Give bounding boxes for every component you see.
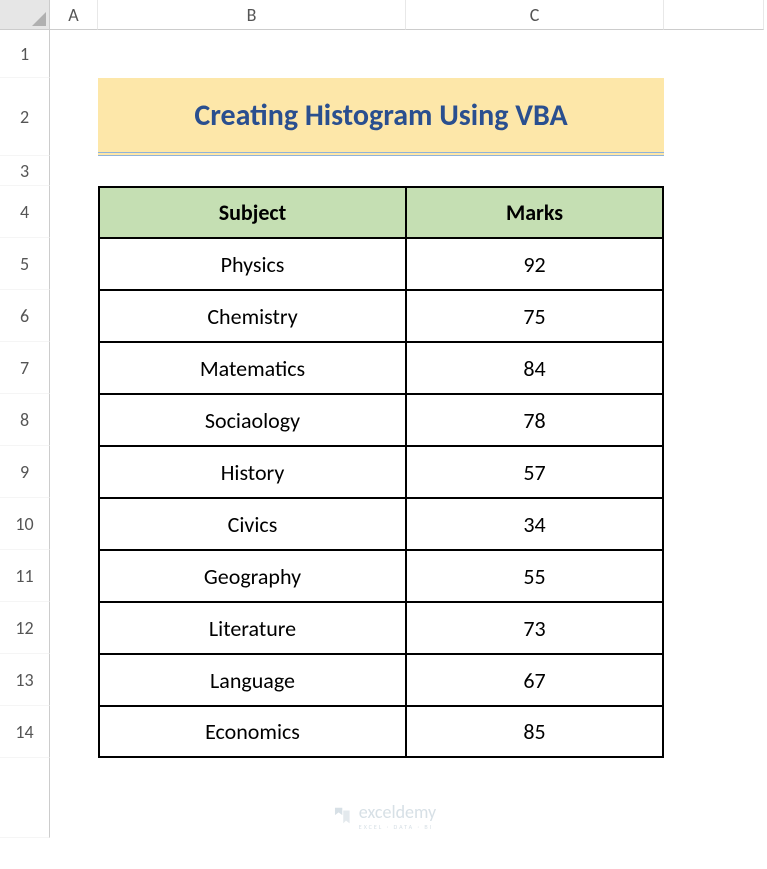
cell-d10[interactable] xyxy=(664,498,764,550)
cell-d5[interactable] xyxy=(664,238,764,290)
cell-blank[interactable] xyxy=(406,758,664,838)
cell-d4[interactable] xyxy=(664,186,764,238)
table-cell-marks[interactable]: 92 xyxy=(406,238,664,290)
table-cell-subject[interactable]: Chemistry xyxy=(98,290,406,342)
row-header-8[interactable]: 8 xyxy=(0,394,50,446)
table-cell-marks[interactable]: 34 xyxy=(406,498,664,550)
row-header-3[interactable]: 3 xyxy=(0,156,50,186)
cell-d6[interactable] xyxy=(664,290,764,342)
col-header-a[interactable]: A xyxy=(50,0,98,30)
cell-d7[interactable] xyxy=(664,342,764,394)
table-cell-subject[interactable]: Geography xyxy=(98,550,406,602)
cell-d12[interactable] xyxy=(664,602,764,654)
cell-a13[interactable] xyxy=(50,654,98,706)
cell-a5[interactable] xyxy=(50,238,98,290)
page-title[interactable]: Creating Histogram Using VBA xyxy=(98,78,664,156)
watermark-text: exceldemy xyxy=(359,801,436,823)
table-header-marks[interactable]: Marks xyxy=(406,186,664,238)
watermark-logo: exceldemy EXCEL · DATA · BI xyxy=(331,801,436,831)
col-header-b[interactable]: B xyxy=(98,0,406,30)
table-cell-marks[interactable]: 85 xyxy=(406,706,664,758)
col-header-c[interactable]: C xyxy=(406,0,664,30)
table-cell-subject[interactable]: Civics xyxy=(98,498,406,550)
spreadsheet-grid: A B C 1 2 Creating Histogram Using VBA 3… xyxy=(0,0,767,838)
table-cell-subject[interactable]: Literature xyxy=(98,602,406,654)
table-header-subject[interactable]: Subject xyxy=(98,186,406,238)
row-header-14[interactable]: 14 xyxy=(0,706,50,758)
row-header-4[interactable]: 4 xyxy=(0,186,50,238)
table-cell-subject[interactable]: History xyxy=(98,446,406,498)
table-cell-subject[interactable]: Economics xyxy=(98,706,406,758)
row-header-6[interactable]: 6 xyxy=(0,290,50,342)
table-cell-subject[interactable]: Physics xyxy=(98,238,406,290)
table-cell-subject[interactable]: Sociaology xyxy=(98,394,406,446)
row-header-11[interactable]: 11 xyxy=(0,550,50,602)
cell-blank[interactable] xyxy=(664,758,764,838)
cell-blank[interactable] xyxy=(50,758,98,838)
row-header-2[interactable]: 2 xyxy=(0,78,50,156)
cell-a4[interactable] xyxy=(50,186,98,238)
cell-a3[interactable] xyxy=(50,156,98,186)
cell-a9[interactable] xyxy=(50,446,98,498)
row-header-7[interactable]: 7 xyxy=(0,342,50,394)
cell-d14[interactable] xyxy=(664,706,764,758)
cell-a8[interactable] xyxy=(50,394,98,446)
row-header-blank[interactable] xyxy=(0,758,50,838)
cell-d1[interactable] xyxy=(664,30,764,78)
cell-c1[interactable] xyxy=(406,30,664,78)
col-header-blank[interactable] xyxy=(664,0,764,30)
row-header-5[interactable]: 5 xyxy=(0,238,50,290)
cell-a12[interactable] xyxy=(50,602,98,654)
row-header-1[interactable]: 1 xyxy=(0,30,50,78)
table-cell-marks[interactable]: 84 xyxy=(406,342,664,394)
watermark-subtext: EXCEL · DATA · BI xyxy=(359,823,436,831)
cell-d2[interactable] xyxy=(664,78,764,156)
select-all-corner[interactable] xyxy=(0,0,50,30)
table-cell-marks[interactable]: 57 xyxy=(406,446,664,498)
table-cell-subject[interactable]: Language xyxy=(98,654,406,706)
cell-d8[interactable] xyxy=(664,394,764,446)
table-cell-marks[interactable]: 55 xyxy=(406,550,664,602)
table-cell-marks[interactable]: 67 xyxy=(406,654,664,706)
cell-a2[interactable] xyxy=(50,78,98,156)
row-header-10[interactable]: 10 xyxy=(0,498,50,550)
cell-a6[interactable] xyxy=(50,290,98,342)
row-header-12[interactable]: 12 xyxy=(0,602,50,654)
cell-d3[interactable] xyxy=(664,156,764,186)
cell-a11[interactable] xyxy=(50,550,98,602)
cell-d11[interactable] xyxy=(664,550,764,602)
cell-c3[interactable] xyxy=(406,156,664,186)
row-header-9[interactable]: 9 xyxy=(0,446,50,498)
cell-d9[interactable] xyxy=(664,446,764,498)
table-cell-marks[interactable]: 78 xyxy=(406,394,664,446)
bookmark-icon xyxy=(331,805,353,827)
cell-a7[interactable] xyxy=(50,342,98,394)
row-header-13[interactable]: 13 xyxy=(0,654,50,706)
cell-a1[interactable] xyxy=(50,30,98,78)
cell-b3[interactable] xyxy=(98,156,406,186)
cell-a14[interactable] xyxy=(50,706,98,758)
cell-a10[interactable] xyxy=(50,498,98,550)
table-cell-marks[interactable]: 73 xyxy=(406,602,664,654)
cell-d13[interactable] xyxy=(664,654,764,706)
table-cell-marks[interactable]: 75 xyxy=(406,290,664,342)
table-cell-subject[interactable]: Matematics xyxy=(98,342,406,394)
cell-b1[interactable] xyxy=(98,30,406,78)
